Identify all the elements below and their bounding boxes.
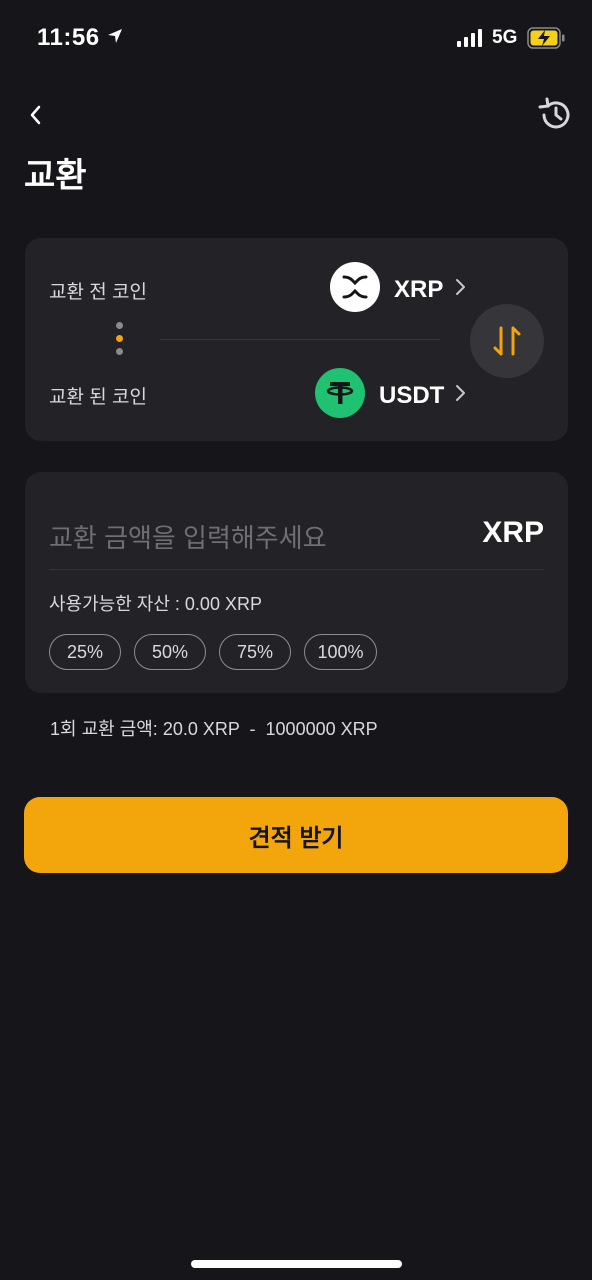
percent-25-button[interactable]: 25%	[49, 634, 121, 670]
amount-input[interactable]: 교환 금액을 입력해주세요	[49, 518, 327, 555]
signal-icon	[457, 29, 482, 47]
network-label: 5G	[492, 27, 518, 48]
home-indicator	[191, 1260, 402, 1268]
amount-card: 교환 금액을 입력해주세요 XRP 사용가능한 자산 : 0.00 XRP 25…	[25, 472, 568, 693]
history-icon[interactable]	[536, 96, 574, 134]
available-balance: 사용가능한 자산 : 0.00 XRP	[49, 594, 262, 614]
chevron-right-icon[interactable]	[453, 277, 467, 297]
swap-button[interactable]	[470, 304, 544, 378]
exchange-limit-text: 1회 교환 금액: 20.0 XRP - 1000000 XRP	[50, 719, 378, 739]
amount-divider	[49, 569, 544, 570]
xrp-logo-icon[interactable]	[330, 262, 380, 312]
percent-50-button[interactable]: 50%	[134, 634, 206, 670]
to-coin-name[interactable]: USDT	[379, 382, 444, 410]
connector-dot	[116, 348, 123, 355]
page-title: 교환	[24, 157, 87, 195]
percent-100-button[interactable]: 100%	[304, 634, 377, 670]
amount-unit: XRP	[482, 516, 544, 549]
connector-dot	[116, 322, 123, 329]
usdt-logo-icon[interactable]	[315, 368, 365, 418]
connector-dot-active	[116, 335, 123, 342]
battery-charging-icon	[527, 27, 565, 49]
swap-arrows-icon	[493, 326, 521, 356]
from-coin-label: 교환 전 코인	[49, 282, 147, 303]
percent-75-button[interactable]: 75%	[219, 634, 291, 670]
chevron-left-icon[interactable]	[24, 100, 48, 130]
chevron-right-icon[interactable]	[453, 383, 467, 403]
to-coin-label: 교환 된 코인	[49, 387, 147, 408]
get-quote-button[interactable]: 견적 받기	[24, 797, 568, 873]
pair-divider	[160, 339, 440, 340]
location-arrow-icon	[108, 29, 122, 43]
status-time: 11:56	[37, 24, 100, 51]
status-bar: 11:56 5G	[0, 0, 592, 76]
from-coin-name[interactable]: XRP	[394, 276, 443, 304]
